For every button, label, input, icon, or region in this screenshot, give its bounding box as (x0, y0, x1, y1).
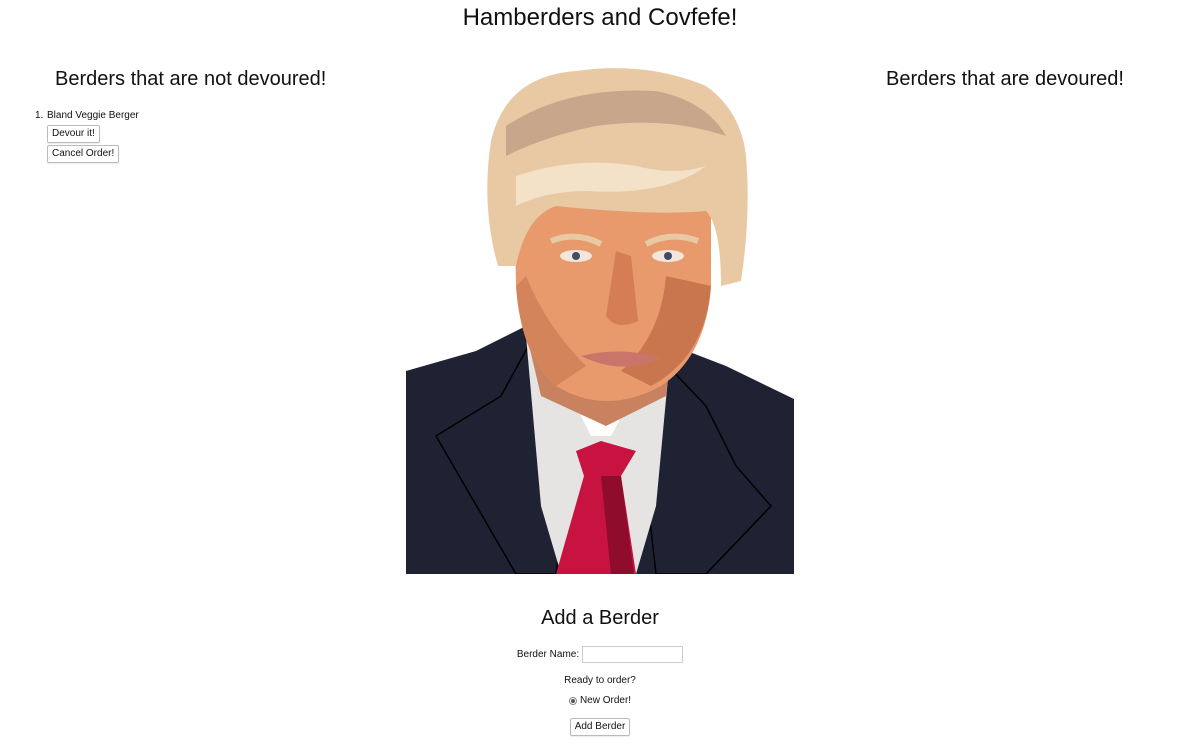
add-berder-heading: Add a Berder (541, 607, 659, 629)
new-order-radio[interactable] (568, 696, 577, 705)
list-item-number: 1. (35, 110, 44, 121)
list-item: 1. Bland Veggie Berger Devour it! Cancel… (35, 110, 335, 165)
list-item-body: Bland Veggie Berger Devour it! Cancel Or… (47, 110, 139, 165)
devour-button[interactable]: Devour it! (47, 125, 100, 143)
name-row: Berder Name: (0, 646, 1200, 663)
new-order-label: New Order! (579, 695, 632, 706)
add-berder-button[interactable]: Add Berder (569, 718, 631, 736)
berder-name-input[interactable] (582, 646, 684, 663)
ready-to-order-label: Ready to order? (564, 675, 636, 686)
berger-name: Bland Veggie Berger (47, 110, 139, 121)
add-berder-section: Add a Berder Berder Name: Ready to order… (0, 606, 1200, 738)
cancel-order-button[interactable]: Cancel Order! (47, 145, 120, 163)
page-title: Hamberders and Covfefe! (462, 4, 738, 31)
undevoured-heading: Berders that are not devoured! (55, 68, 327, 90)
undevoured-list: 1. Bland Veggie Berger Devour it! Cancel… (35, 110, 335, 165)
devoured-heading: Berders that are devoured! (886, 68, 1124, 90)
new-order-radio-row[interactable]: New Order! (0, 695, 1200, 706)
berder-name-label: Berder Name: (516, 649, 580, 660)
portrait-illustration (406, 68, 794, 574)
